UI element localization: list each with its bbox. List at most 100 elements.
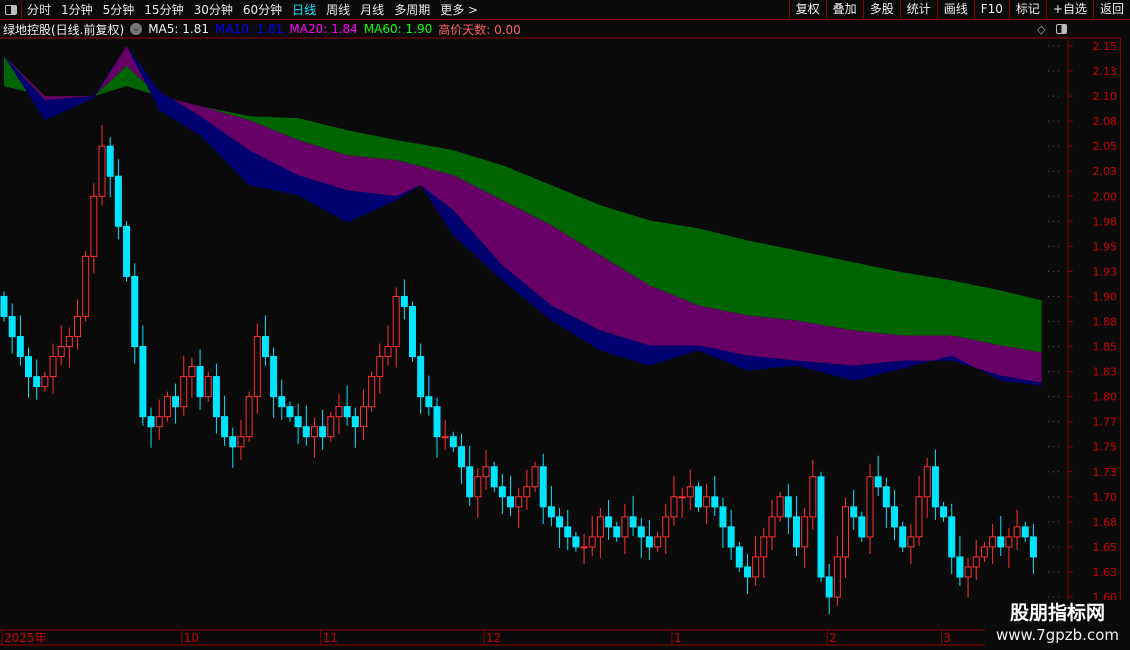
candle-body	[858, 516, 866, 538]
candle-body	[466, 466, 474, 498]
toolbar-button-4[interactable]: 画线	[936, 0, 974, 20]
toolbar-button-1[interactable]: 叠加	[825, 0, 863, 20]
candle-body	[65, 336, 73, 348]
candle-body	[874, 476, 882, 488]
candle-body	[310, 426, 318, 438]
y-tick-label: 1.75	[1093, 441, 1118, 454]
toolbar-button-3[interactable]: 统计	[899, 0, 937, 20]
candle-body	[433, 406, 441, 438]
tab-3[interactable]: 15分钟	[139, 1, 188, 18]
y-tick-label: 1.85	[1093, 341, 1118, 354]
toolbar-button-0[interactable]: 复权	[788, 0, 826, 20]
stock-title: 绿地控股(日线.前复权)	[3, 22, 125, 37]
candle-body	[776, 496, 784, 518]
ma20-value: MA20: 1.84	[289, 22, 358, 36]
tab-9[interactable]: 多周期	[389, 1, 435, 18]
candle-body	[654, 536, 662, 548]
candle-body	[1005, 536, 1013, 548]
y-tick-label: 1.88	[1093, 316, 1118, 329]
candle-body	[376, 356, 384, 378]
candle-body	[866, 476, 874, 538]
tab-10[interactable]: 更多 >	[435, 1, 483, 18]
candle-body	[711, 496, 719, 508]
candle-body	[490, 466, 498, 488]
candle-body	[196, 366, 204, 398]
tab-0[interactable]: 分时	[22, 1, 56, 18]
gaojia-value: 高价天数: 0.00	[438, 22, 521, 37]
x-tick-label: 11	[323, 631, 338, 645]
candle-body	[564, 526, 572, 538]
y-tick-label: 1.95	[1093, 240, 1118, 253]
candle-body	[41, 376, 49, 388]
tab-5[interactable]: 60分钟	[238, 1, 287, 18]
y-tick-label: 2.03	[1093, 165, 1118, 178]
candle-body	[229, 436, 237, 448]
y-tick-label: 1.65	[1093, 541, 1118, 554]
candle-body	[449, 436, 457, 448]
candle-body	[270, 356, 278, 398]
candle-body	[335, 406, 343, 418]
y-tick-label: 2.15	[1093, 40, 1118, 53]
toolbar-button-7[interactable]: +自选	[1045, 0, 1093, 20]
candle-body	[703, 496, 711, 508]
tab-6[interactable]: 日线	[287, 1, 321, 18]
tab-1[interactable]: 1分钟	[56, 1, 98, 18]
kline-chart[interactable]: 2.15 2.13 2.10 2.08 2.05 2.03 2.00 1.98 1.95 1.93…	[0, 0, 1130, 650]
y-tick-label: 1.83	[1093, 366, 1118, 379]
y-tick-label: 1.68	[1093, 516, 1118, 529]
candle-body	[515, 496, 523, 508]
candle-body	[809, 476, 817, 518]
y-tick-label: 1.70	[1093, 491, 1118, 504]
candle-body	[825, 576, 833, 598]
ma5-value: MA5: 1.81	[148, 22, 209, 36]
x-tick-label: 1	[674, 631, 682, 645]
toolbar-button-6[interactable]: 标记	[1008, 0, 1046, 20]
x-tick-label: 2025年	[4, 631, 47, 645]
tab-7[interactable]: 周线	[321, 1, 355, 18]
candle-body	[172, 396, 180, 408]
tab-2[interactable]: 5分钟	[98, 1, 140, 18]
candle-body	[294, 416, 302, 428]
candle-body	[556, 516, 564, 528]
candle-body	[891, 506, 899, 528]
toolbar-button-2[interactable]: 多股	[862, 0, 900, 20]
candle-body	[147, 416, 155, 428]
candle-body	[842, 506, 850, 558]
y-tick-label: 1.90	[1093, 290, 1118, 303]
candle-body	[106, 145, 114, 177]
candle-body	[948, 516, 956, 558]
candle-body	[188, 366, 196, 378]
y-tick-label: 2.05	[1093, 140, 1118, 153]
candle-body	[82, 255, 90, 317]
candle-body	[980, 546, 988, 558]
candle-body	[670, 496, 678, 518]
candle-body	[33, 376, 41, 388]
candle-body	[931, 466, 939, 508]
candle-body	[694, 486, 702, 508]
y-tick-label: 1.98	[1093, 215, 1118, 228]
panel-toggle-icon[interactable]	[1056, 24, 1067, 34]
toolbar-button-5[interactable]: F10	[973, 0, 1009, 20]
tab-4[interactable]: 30分钟	[189, 1, 238, 18]
candle-body	[98, 145, 106, 197]
chevron-down-icon[interactable]: ⌄	[130, 23, 143, 35]
candle-body	[989, 536, 997, 548]
candle-body	[8, 315, 16, 338]
x-tick-label: 2	[829, 631, 837, 645]
y-tick-label: 2.00	[1093, 190, 1118, 203]
x-tick-label: 10	[184, 631, 199, 645]
tab-8[interactable]: 月线	[355, 1, 389, 18]
candle-body	[384, 346, 392, 358]
diamond-icon[interactable]: ◇	[1037, 23, 1045, 36]
candle-body	[678, 496, 686, 499]
y-tick-label: 1.77	[1093, 416, 1118, 429]
panel-toggle-icon[interactable]	[0, 0, 22, 19]
candle-body	[123, 225, 131, 277]
y-tick-label: 1.93	[1093, 265, 1118, 278]
candle-body	[596, 516, 604, 538]
candle-body	[637, 526, 645, 538]
toolbar-button-8[interactable]: 返回	[1092, 0, 1130, 20]
candle-body	[359, 406, 367, 428]
candle-body	[1029, 536, 1037, 558]
watermark: 股朋指标网 www.7gpzb.com	[985, 600, 1130, 650]
